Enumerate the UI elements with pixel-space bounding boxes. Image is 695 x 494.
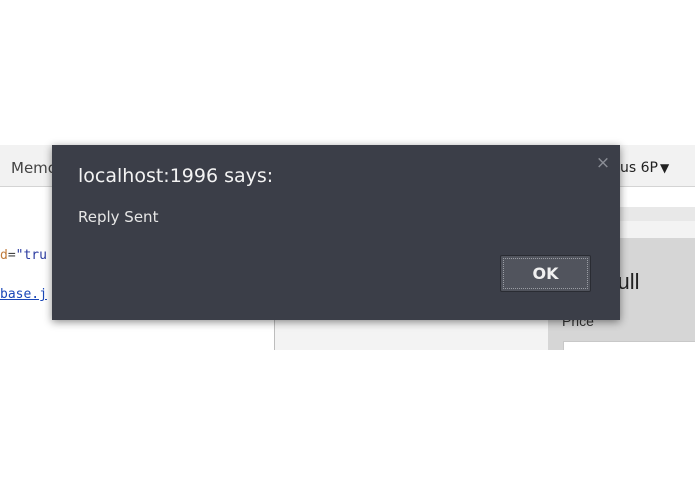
ok-button[interactable]: OK — [500, 255, 591, 292]
device-selector-label: us 6P — [620, 160, 658, 176]
alert-title: localhost:1996 says: — [78, 165, 274, 187]
code-script-link[interactable]: base.j — [0, 287, 47, 302]
device-selector[interactable]: us 6P ▼ — [620, 160, 669, 176]
code-attr-value: "tru — [15, 248, 47, 263]
close-icon[interactable]: × — [595, 155, 611, 172]
code-equals: = — [7, 248, 16, 263]
alert-dialog: localhost:1996 says: Reply Sent × OK — [52, 145, 620, 320]
price-input[interactable] — [563, 341, 695, 350]
code-attr-name: d — [0, 248, 8, 263]
alert-message: Reply Sent — [78, 208, 159, 226]
panel-divider[interactable] — [274, 320, 275, 350]
caret-down-icon: ▼ — [659, 161, 670, 175]
devtools-tab-memory[interactable]: Memo — [11, 159, 57, 177]
code-line-attribute: d="tru — [0, 248, 47, 263]
